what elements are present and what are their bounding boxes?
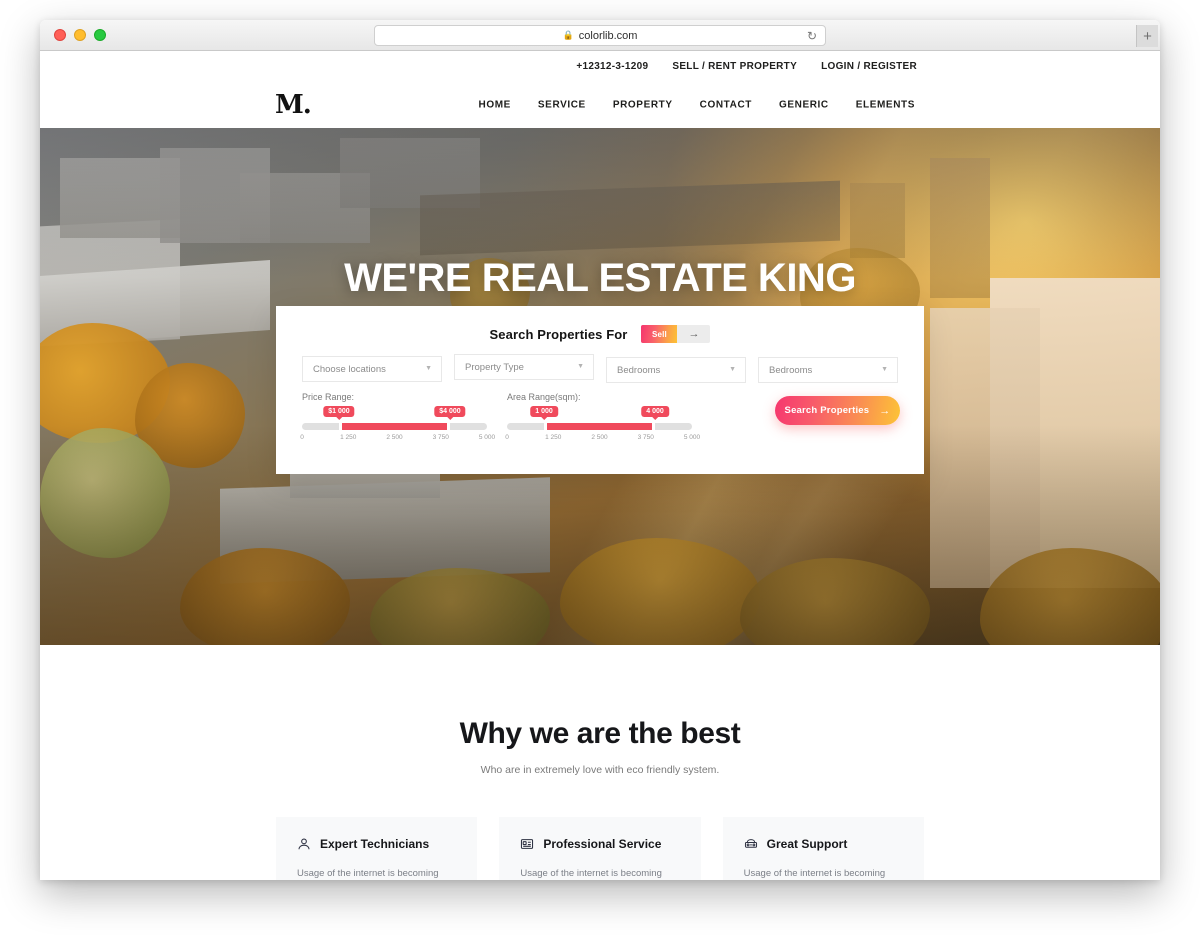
price-range-fill: [339, 423, 450, 430]
area-range-group: Area Range(sqm): 1 000 4 000 0 1 250 2 5…: [505, 392, 712, 446]
price-tick-4: 5 000: [478, 434, 496, 441]
browser-window: 🔒 colorlib.com ↻ + +12312-3-1209 SELL / …: [40, 20, 1160, 880]
price-tick-2: 2 500: [386, 434, 403, 441]
price-range-max-bubble: $4 000: [434, 406, 466, 417]
chevron-down-icon: ▼: [881, 365, 888, 373]
user-icon: [297, 837, 311, 851]
nav-item-contact[interactable]: CONTACT: [700, 99, 752, 110]
sell-rent-property-link[interactable]: SELL / RENT PROPERTY: [672, 61, 797, 72]
area-range-max-handle[interactable]: [652, 422, 655, 431]
price-tick-1: 1 250: [340, 434, 357, 441]
nav-item-home[interactable]: HOME: [479, 99, 511, 110]
site-logo[interactable]: M.: [275, 92, 312, 118]
hero-title: WE'RE REAL ESTATE KING: [344, 256, 856, 300]
window-controls: [54, 29, 106, 41]
nav-item-generic[interactable]: GENERIC: [779, 99, 829, 110]
login-register-link[interactable]: LOGIN / REGISTER: [821, 61, 917, 72]
area-tick-2: 2 500: [591, 434, 608, 441]
nav-item-service[interactable]: SERVICE: [538, 99, 586, 110]
select-choose-locations-value: Choose locations: [313, 363, 386, 375]
why-section-subtitle: Who are in extremely love with eco frien…: [480, 764, 720, 776]
search-properties-button[interactable]: Search Properties →: [775, 396, 900, 425]
nav-item-property[interactable]: PROPERTY: [613, 99, 673, 110]
main-navigation: M. HOME SERVICE PROPERTY CONTACT GENERIC…: [40, 81, 1160, 128]
feature-card-body: Usage of the internet is becoming more c…: [520, 868, 662, 879]
range-filters: Price Range: $1 000 $4 000 0 1 250 2 500: [276, 383, 924, 446]
browser-titlebar: 🔒 colorlib.com ↻ +: [40, 20, 1160, 51]
feature-card-header: Professional Service: [520, 837, 679, 851]
feature-card: Great Support Usage of the internet is b…: [722, 817, 924, 880]
area-tick-1: 1 250: [545, 434, 562, 441]
property-search-panel: Search Properties For Sell → Choose loca…: [276, 306, 924, 474]
select-bedrooms-1[interactable]: Bedrooms ▼: [606, 357, 746, 383]
feature-card-title: Professional Service: [543, 837, 662, 851]
hero-section: WE'RE REAL ESTATE KING Search Properties…: [40, 128, 1160, 645]
address-bar-url: colorlib.com: [578, 29, 638, 42]
minimize-window-button[interactable]: [74, 29, 86, 41]
price-range-label: Price Range:: [302, 392, 355, 402]
toggle-sell-option[interactable]: Sell: [641, 325, 678, 343]
select-bedrooms-2[interactable]: Bedrooms ▼: [758, 357, 898, 383]
price-range-group: Price Range: $1 000 $4 000 0 1 250 2 500: [300, 392, 507, 446]
select-bedrooms-2-value: Bedrooms: [769, 364, 813, 376]
close-window-button[interactable]: [54, 29, 66, 41]
select-property-type[interactable]: Property Type ▼: [454, 354, 594, 380]
price-tick-0: 0: [300, 434, 304, 441]
select-choose-locations[interactable]: Choose locations ▼: [302, 356, 442, 382]
why-section: Why we are the best Who are in extremely…: [40, 645, 1160, 880]
area-tick-0: 0: [505, 434, 509, 441]
area-tick-3: 3 750: [637, 434, 654, 441]
price-range-ticks: 0 1 250 2 500 3 750 5 000: [300, 434, 495, 446]
search-filters: Choose locations ▼ Property Type ▼ Bedro…: [276, 343, 924, 383]
feature-card: Professional Service Usage of the intern…: [499, 817, 701, 880]
utility-topbar: +12312-3-1209 SELL / RENT PROPERTY LOGIN…: [40, 51, 1160, 81]
phone-number[interactable]: +12312-3-1209: [576, 61, 648, 72]
feature-card-header: Expert Technicians: [297, 837, 456, 851]
nav-links: HOME SERVICE PROPERTY CONTACT GENERIC EL…: [479, 99, 916, 110]
search-panel-header: Search Properties For Sell →: [276, 306, 924, 343]
arrow-right-icon: →: [879, 404, 891, 417]
area-range-ticks: 0 1 250 2 500 3 750 5 000: [505, 434, 700, 446]
chevron-down-icon: ▼: [425, 364, 432, 372]
area-range-min-handle[interactable]: [544, 422, 547, 431]
area-range-slider[interactable]: 1 000 4 000: [507, 406, 692, 431]
chevron-down-icon: ▼: [729, 365, 736, 373]
why-section-title: Why we are the best: [459, 717, 741, 750]
feature-card-title: Great Support: [766, 837, 848, 851]
select-bedrooms-1-value: Bedrooms: [617, 364, 661, 376]
feature-card-body: Usage of the internet is becoming more c…: [743, 868, 886, 879]
feature-cards: Expert Technicians Usage of the internet…: [276, 817, 924, 880]
address-bar[interactable]: 🔒 colorlib.com ↻: [374, 25, 826, 46]
area-tick-4: 5 000: [683, 434, 701, 441]
price-tick-3: 3 750: [432, 434, 449, 441]
area-range-max-bubble: 4 000: [641, 406, 669, 417]
arrow-right-icon[interactable]: →: [677, 325, 710, 343]
chevron-down-icon: ▼: [577, 362, 584, 370]
area-range-min-bubble: 1 000: [530, 406, 558, 417]
search-properties-button-label: Search Properties: [784, 405, 870, 416]
reload-icon[interactable]: ↻: [807, 29, 817, 43]
maximize-window-button[interactable]: [94, 29, 106, 41]
sell-buy-toggle[interactable]: Sell →: [641, 325, 711, 343]
feature-card-body: Usage of the internet is becoming more c…: [297, 868, 439, 879]
id-card-icon: [520, 837, 534, 851]
price-range-min-bubble: $1 000: [323, 406, 355, 417]
select-property-type-value: Property Type: [465, 361, 524, 373]
page-content: +12312-3-1209 SELL / RENT PROPERTY LOGIN…: [40, 51, 1160, 880]
feature-card: Expert Technicians Usage of the internet…: [276, 817, 478, 880]
telephone-icon: [744, 837, 758, 851]
search-panel-heading: Search Properties For: [489, 326, 628, 342]
lock-icon: 🔒: [562, 30, 574, 40]
price-range-min-handle[interactable]: [339, 422, 342, 431]
area-range-label: Area Range(sqm):: [507, 392, 581, 402]
nav-item-elements[interactable]: ELEMENTS: [856, 99, 915, 110]
price-range-slider[interactable]: $1 000 $4 000: [302, 406, 487, 431]
area-range-fill: [544, 423, 655, 430]
feature-card-title: Expert Technicians: [320, 837, 430, 851]
price-range-max-handle[interactable]: [447, 422, 450, 431]
feature-card-header: Great Support: [744, 837, 903, 851]
new-tab-button[interactable]: +: [1136, 25, 1158, 47]
